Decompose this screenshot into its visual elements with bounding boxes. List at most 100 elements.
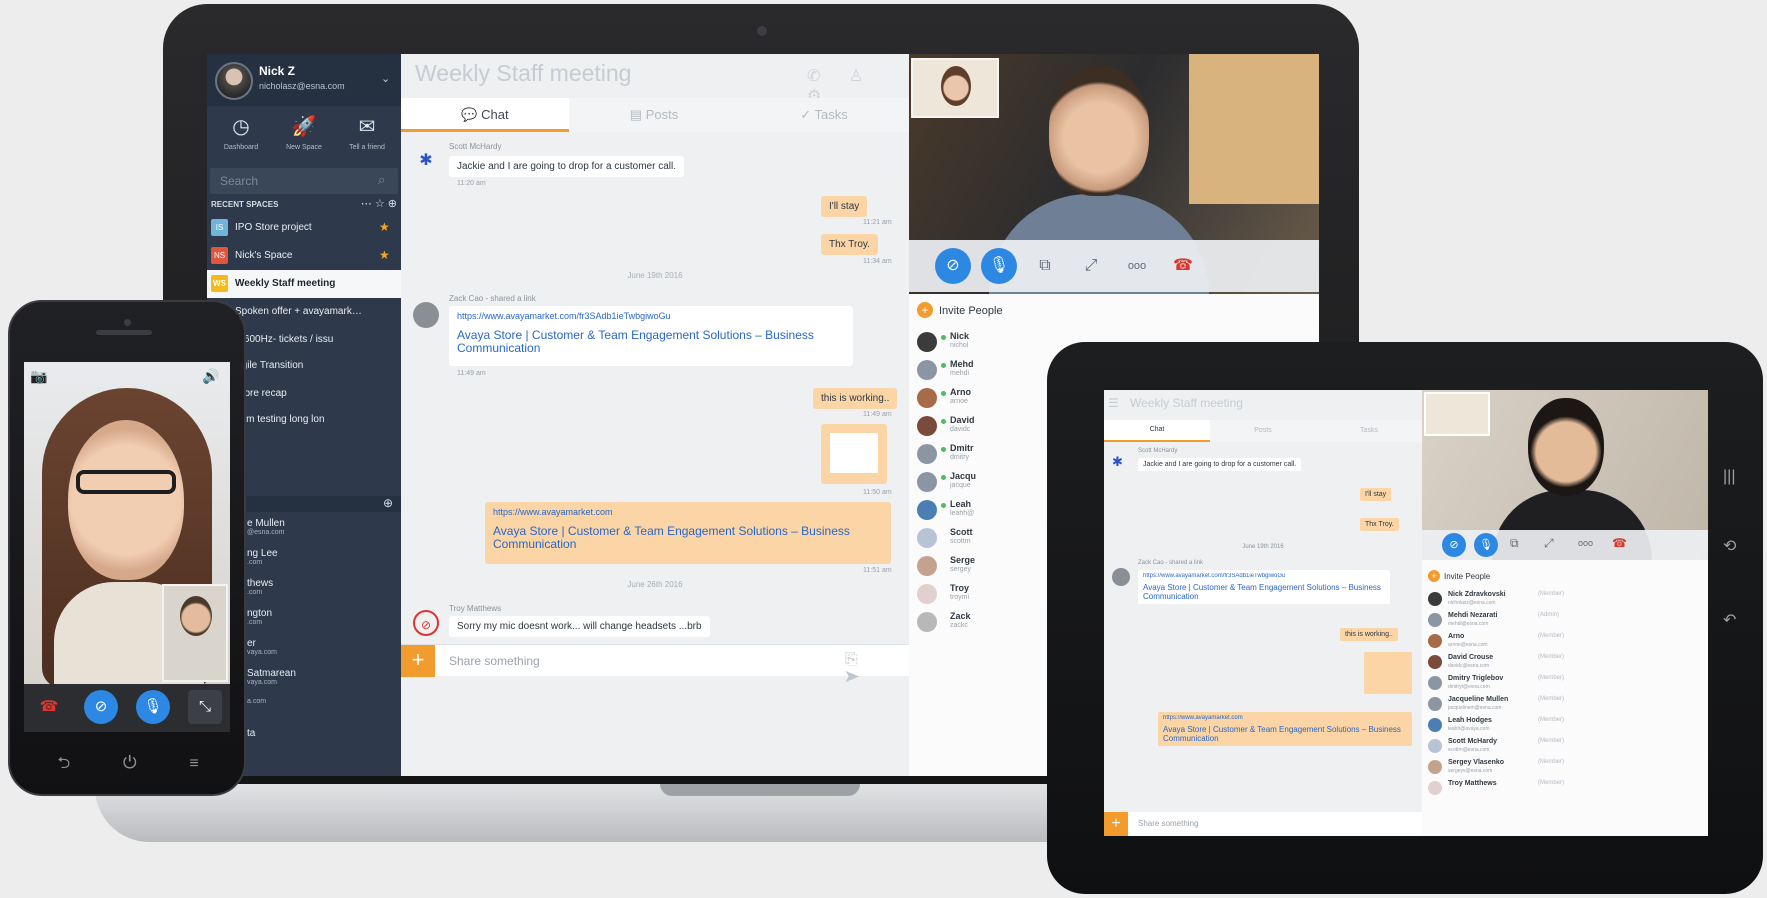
camera-icon[interactable]: 📷	[30, 368, 47, 385]
tab-tasks[interactable]: Tasks	[1316, 420, 1422, 442]
link-url[interactable]: https://www.avayamarket.com/fr3SAdb1ieTw…	[457, 311, 845, 321]
attach-send-icons[interactable]: ⎘ ➤	[845, 651, 909, 687]
add-person-icon[interactable]: ⊕	[383, 496, 393, 510]
link-preview[interactable]: https://www.avayamarket.com/fr3SAdb1ieTw…	[1138, 570, 1390, 604]
compose-input[interactable]: Share something	[449, 654, 540, 668]
participant-row[interactable]: Scott McHardy (Member) scottm@esna.com	[1428, 737, 1698, 757]
tab-chat[interactable]: 💬 Chat	[401, 98, 569, 132]
participant-name: Jacqueline Mullen	[1448, 696, 1509, 703]
tab-posts[interactable]: ▤ Posts	[569, 98, 739, 132]
tab-label: Tasks	[814, 107, 848, 122]
dashboard-label: Dashboard	[223, 144, 259, 151]
chat-panel: Weekly Staff meeting ✆ ♙ ⚙ 💬 Chat ▤ Post…	[401, 54, 909, 776]
image-attachment[interactable]	[821, 424, 887, 484]
expand-button[interactable]: ⤢	[1544, 536, 1554, 551]
tab-tasks[interactable]: ✓ Tasks	[739, 98, 909, 132]
participant-name: Mehdi Nezarati	[1448, 612, 1498, 619]
self-view[interactable]	[911, 58, 999, 118]
participant-role: (Member)	[1538, 717, 1565, 723]
user-profile[interactable]: Nick Z nicholasz@esna.com ⌄	[207, 54, 401, 106]
phone-video-button[interactable]: ⊘	[84, 690, 118, 724]
hangup-button[interactable]: ☎	[1165, 248, 1201, 284]
chevron-down-icon[interactable]: ⌄	[381, 72, 390, 85]
speaker-icon[interactable]: 🔊	[202, 368, 219, 385]
link-preview[interactable]: https://www.avayamarket.com Avaya Store …	[1158, 712, 1412, 746]
search-input[interactable]: Search ⌕	[210, 168, 398, 194]
phone-camera	[124, 319, 131, 326]
contact-name: ta	[247, 728, 256, 739]
self-view[interactable]	[1424, 392, 1490, 436]
participant-row[interactable]: Leah Hodges (Member) leahh@avaya.com	[1428, 716, 1698, 736]
star-icon[interactable]: ★	[379, 248, 390, 262]
video-off-button[interactable]: ⊘	[1442, 533, 1466, 557]
link-preview[interactable]: https://www.avayamarket.com/fr3SAdb1ieTw…	[449, 306, 853, 366]
link-title[interactable]: Avaya Store | Customer & Team Engagement…	[493, 525, 883, 551]
menu-icon[interactable]: ☰	[1108, 396, 1119, 410]
tablet-side-button[interactable]: |||	[1723, 468, 1735, 486]
participant-row[interactable]: Mehdi Nezarati (Admin) mehdi@esna.com	[1428, 611, 1698, 631]
link-title[interactable]: Avaya Store | Customer & Team Engagement…	[457, 329, 845, 355]
participant-name: Troy Matthews	[1448, 780, 1497, 787]
tab-posts[interactable]: Posts	[1210, 420, 1316, 442]
screen-share-button[interactable]: ⧉	[1510, 536, 1519, 551]
link-title[interactable]: Avaya Store | Customer & Team Engagement…	[1143, 583, 1385, 601]
more-button[interactable]: ooo	[1578, 538, 1593, 548]
contact-item[interactable]: ngton .com	[247, 608, 272, 626]
star-icon[interactable]: ★	[379, 220, 390, 234]
participant-row[interactable]: Dmitry Triglebov (Member) dmitryt@esna.com	[1428, 674, 1698, 694]
phone-self-view[interactable]	[162, 584, 228, 682]
participant-row[interactable]: Arno (Member) arnoe@esna.com	[1428, 632, 1698, 652]
dashboard-button[interactable]: ◷ Dashboard	[211, 114, 271, 151]
link-url[interactable]: https://www.avayamarket.com/fr3SAdb1ieTw…	[1143, 573, 1385, 579]
participant-row[interactable]: Troy Matthews (Member)	[1428, 779, 1698, 799]
phone-mute-button[interactable]: 🎙	[136, 690, 170, 724]
screen-share-button[interactable]: ⧉	[1027, 248, 1063, 284]
video-off-button[interactable]: ⊘	[935, 248, 971, 284]
invite-people-button[interactable]: + Invite People	[917, 302, 1003, 318]
hangup-button[interactable]: ☎	[1612, 536, 1627, 550]
recent-spaces-actions[interactable]: ⋯ ☆ ⊕	[361, 197, 397, 210]
participant-row[interactable]: Sergey Vlasenko (Member) sergeyv@esna.com	[1428, 758, 1698, 778]
link-url[interactable]: https://www.avayamarket.com	[493, 507, 883, 517]
expand-button[interactable]: ⤢	[1073, 248, 1109, 284]
contact-item[interactable]: thews .com	[247, 578, 273, 596]
tablet-side-button[interactable]: ↶	[1723, 610, 1736, 630]
image-attachment[interactable]	[1364, 652, 1412, 694]
invite-people-button[interactable]: + Invite People	[1428, 570, 1490, 582]
add-button[interactable]: +	[1104, 812, 1128, 836]
space-item[interactable]: NS Nick's Space ★	[207, 242, 401, 270]
participant-email: arnoe@esna.com	[1448, 642, 1488, 648]
contact-item[interactable]: Satmarean vaya.com	[247, 668, 296, 686]
video-person-face	[1528, 398, 1604, 496]
new-space-button[interactable]: 🚀 New Space	[274, 114, 334, 151]
link-preview[interactable]: https://www.avayamarket.com Avaya Store …	[485, 502, 891, 564]
more-button[interactable]: ooo	[1119, 248, 1155, 284]
participant-row[interactable]: David Crouse (Member) davidc@esna.com	[1428, 653, 1698, 673]
contact-item[interactable]: ta	[247, 728, 255, 739]
contact-item[interactable]: a.com	[247, 698, 266, 705]
contact-item[interactable]: e Mullen @esna.com	[247, 518, 285, 536]
participant-email: mehdi	[950, 370, 970, 377]
phone-nav-keys[interactable]: ⮌ ⏻ ≡	[40, 752, 216, 779]
participant-row[interactable]: Nick Zdravkovski (Member) nicholasz@esna.c…	[1428, 590, 1698, 610]
avatar	[1428, 634, 1442, 648]
participant-name: Leah	[950, 499, 972, 509]
mute-button[interactable]: 🎙	[1474, 533, 1498, 557]
add-button[interactable]: +	[401, 645, 435, 677]
link-title[interactable]: Avaya Store | Customer & Team Engagement…	[1163, 725, 1407, 743]
message-bubble: Jackie and I are going to drop for a cus…	[449, 156, 685, 177]
tablet-side-button[interactable]: ⟲	[1723, 536, 1736, 556]
avatar	[1428, 655, 1442, 669]
contact-item[interactable]: ng Lee .com	[247, 548, 278, 566]
tell-a-friend-button[interactable]: ✉ Tell a friend	[337, 114, 397, 151]
mute-button[interactable]: 🎙	[981, 248, 1017, 284]
phone-hangup-button[interactable]: ☎	[32, 690, 66, 724]
space-item[interactable]: WS Weekly Staff meeting	[207, 270, 401, 298]
participant-row[interactable]: Jacqueline Mullen (Member) jacquelinem@esn…	[1428, 695, 1698, 715]
link-url[interactable]: https://www.avayamarket.com	[1163, 715, 1407, 721]
tab-chat[interactable]: Chat	[1104, 420, 1210, 442]
contact-item[interactable]: er vaya.com	[247, 638, 277, 656]
phone-minimize-button[interactable]: ⤡	[188, 690, 222, 724]
space-item[interactable]: IS IPO Store project ★	[207, 214, 401, 242]
compose-input[interactable]: Share something	[1138, 819, 1198, 828]
